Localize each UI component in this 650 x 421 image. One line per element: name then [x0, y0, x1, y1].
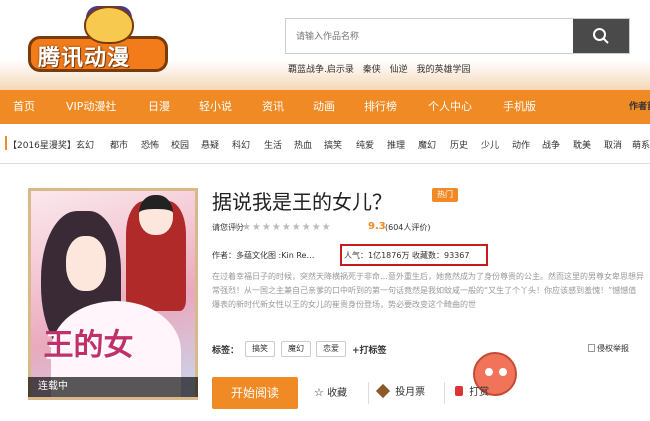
nav-item-mobile[interactable]: 手机版: [503, 90, 536, 124]
genre-bar-accent: [5, 136, 7, 150]
hot-search-words: 覇蓝战争.启示录 秦侠 仙逆 我的英雄学园: [288, 62, 477, 75]
genre-item[interactable]: 纯爱: [356, 138, 374, 151]
report-label: 侵权举报: [597, 344, 629, 353]
cover-title-art: 王的女儿: [43, 328, 134, 363]
nav-item-home[interactable]: 首页: [13, 90, 35, 124]
tags-label: 标签：: [212, 346, 240, 356]
add-tag-button[interactable]: +打标签: [352, 343, 387, 356]
genre-item[interactable]: 恐怖: [141, 138, 159, 151]
genre-item[interactable]: 少儿: [481, 138, 499, 151]
mascot-eye: [485, 368, 493, 376]
logo-text: 腾讯动漫: [38, 46, 131, 71]
search-button[interactable]: [573, 19, 629, 53]
genre-item[interactable]: 动作: [512, 138, 530, 151]
rating-count: (604人评价): [385, 223, 431, 232]
tag-chip[interactable]: 魔幻: [281, 341, 311, 357]
nav-item-animation[interactable]: 动画: [313, 90, 335, 124]
money-bag-icon: [455, 386, 463, 396]
hot-word-link[interactable]: 覇蓝战争.启示录: [288, 65, 354, 75]
report-link[interactable]: 侵权举报: [588, 343, 629, 354]
genre-item[interactable]: 耽美: [573, 138, 591, 151]
logo-mascot: [84, 6, 134, 44]
genre-item[interactable]: 科幻: [232, 138, 250, 151]
favorites-stat: 收藏数：93367: [412, 251, 470, 260]
hot-word-link[interactable]: 仙逆: [390, 65, 408, 75]
genre-bar: 【2016星漫奖】 玄幻 都市 恐怖 校园 悬疑 科幻 生活 热血 搞笑 纯爱 …: [0, 124, 650, 164]
genre-item[interactable]: 都市: [110, 138, 128, 151]
tag-chip[interactable]: 恋爱: [316, 341, 346, 357]
genre-item[interactable]: 玄幻: [76, 138, 94, 151]
action-divider: [368, 382, 369, 404]
author-info[interactable]: 作者：多蕴文化图 :Kin Re…: [212, 250, 314, 261]
nav-author-link[interactable]: 作者首: [629, 90, 650, 124]
comic-description: 在过着幸福日子的时候，突然天降横祸死于非命…意外重生后，她竟然成为了身份尊贵的公…: [212, 272, 644, 309]
search-icon: [593, 28, 609, 44]
nav-item-user-center[interactable]: 个人中心: [428, 90, 472, 124]
favorite-label: 收藏: [327, 388, 348, 399]
search-box: [285, 18, 630, 54]
tag-chip[interactable]: 搞笑: [245, 341, 275, 357]
genre-item[interactable]: 魔幻: [418, 138, 436, 151]
action-divider: [444, 382, 445, 404]
genre-item[interactable]: 校园: [171, 138, 189, 151]
main-nav: 首页 VIP动漫社 日漫 轻小说 资讯 动画 排行榜 个人中心 手机版 作者首: [0, 90, 650, 124]
report-icon: [588, 344, 595, 352]
comic-title: 据说我是王的女儿？: [212, 190, 392, 214]
genre-item[interactable]: 推理: [387, 138, 405, 151]
genre-item[interactable]: 生活: [264, 138, 282, 151]
tip-label: 打赏: [469, 387, 490, 398]
hot-word-link[interactable]: 我的英雄学园: [417, 65, 471, 75]
nav-item-news[interactable]: 资讯: [262, 90, 284, 124]
cover-character-face: [66, 236, 106, 291]
nav-item-ranking[interactable]: 排行榜: [364, 90, 397, 124]
genre-item[interactable]: 战争: [542, 138, 560, 151]
genre-item[interactable]: 【2016星漫奖】: [8, 138, 76, 151]
hot-badge: 热门: [432, 188, 458, 202]
popularity-stat: 人气：1亿1876万: [344, 251, 410, 260]
monthly-vote-label: 投月票: [395, 387, 426, 398]
ticket-icon: [375, 383, 391, 399]
nav-item-japanese-manga[interactable]: 日漫: [148, 90, 170, 124]
rating-stars[interactable]: ★★★★★★★★★★: [232, 222, 332, 234]
genre-item[interactable]: 搞笑: [324, 138, 342, 151]
nav-item-light-novel[interactable]: 轻小说: [199, 90, 232, 124]
status-badge: 连载中: [28, 377, 198, 397]
start-reading-button[interactable]: 开始阅读: [212, 377, 298, 409]
genre-item[interactable]: 热血: [294, 138, 312, 151]
star-icon: ☆: [314, 386, 324, 399]
monthly-vote-button[interactable]: 投月票: [375, 380, 426, 406]
favorite-button[interactable]: ☆ 收藏: [314, 380, 347, 406]
hot-word-link[interactable]: 秦侠: [363, 65, 381, 75]
genre-item[interactable]: 历史: [450, 138, 468, 151]
genre-item[interactable]: 萌系: [632, 138, 650, 151]
cover-king-head: [139, 195, 173, 235]
genre-item[interactable]: 悬疑: [201, 138, 219, 151]
site-header: 腾讯动漫 覇蓝战争.启示录 秦侠 仙逆 我的英雄学园: [0, 0, 650, 90]
mascot-eye: [499, 368, 507, 376]
site-logo[interactable]: 腾讯动漫: [28, 6, 188, 76]
genre-item[interactable]: 取消: [604, 138, 622, 151]
comic-cover[interactable]: 王的女儿: [28, 188, 198, 400]
search-input[interactable]: [286, 19, 574, 53]
tip-button[interactable]: 打赏: [455, 380, 489, 406]
rating-score: 9.3: [368, 221, 386, 232]
nav-item-vip[interactable]: VIP动漫社: [66, 90, 116, 124]
